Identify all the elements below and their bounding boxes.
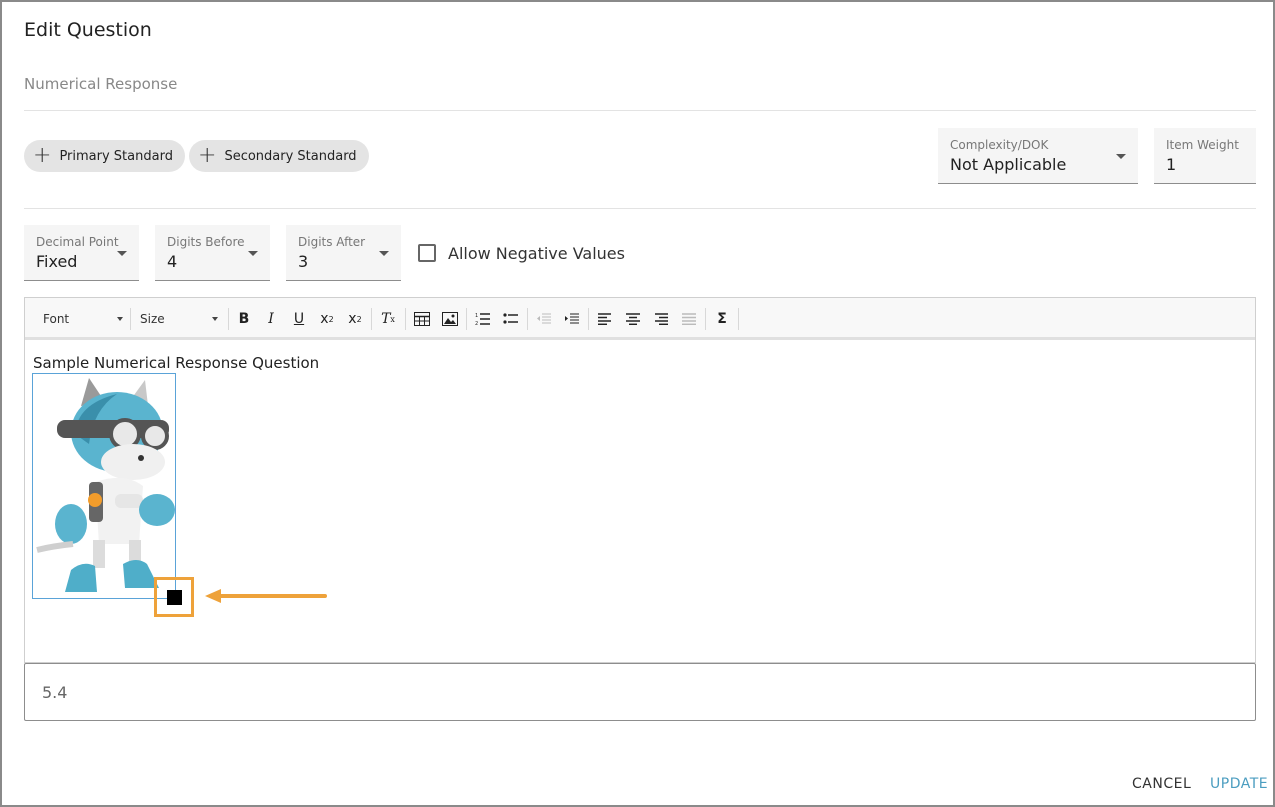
caret-down-icon bbox=[117, 251, 127, 256]
math-sigma-icon[interactable]: Σ bbox=[711, 307, 733, 331]
divider bbox=[24, 208, 1256, 209]
caret-down-icon bbox=[212, 317, 218, 321]
toolbar-separator bbox=[371, 308, 372, 330]
item-weight-input[interactable]: Item Weight 1 bbox=[1154, 128, 1256, 184]
plus-icon: + bbox=[33, 143, 52, 168]
divider bbox=[24, 110, 1256, 111]
highlight-box bbox=[154, 577, 194, 617]
toolbar-separator bbox=[588, 308, 589, 330]
cancel-button[interactable]: CANCEL bbox=[1132, 776, 1191, 792]
answer-input[interactable]: 5.4 bbox=[24, 663, 1256, 721]
item-weight-label: Item Weight bbox=[1166, 138, 1239, 152]
question-type-label: Numerical Response bbox=[24, 75, 178, 93]
add-secondary-standard-button[interactable]: + Secondary Standard bbox=[189, 140, 369, 172]
editor-toolbar: Font Size B I U x2 x2 Tx 1 2 Σ bbox=[25, 298, 1255, 340]
caret-down-icon bbox=[117, 317, 123, 321]
digits-before-value: 4 bbox=[167, 252, 178, 271]
add-primary-standard-button[interactable]: + Primary Standard bbox=[24, 140, 185, 172]
font-select[interactable]: Font bbox=[43, 308, 123, 330]
decimal-point-value: Fixed bbox=[36, 252, 78, 271]
svg-text:1: 1 bbox=[475, 313, 478, 319]
cat-mascot-icon bbox=[36, 378, 175, 592]
increase-indent-icon[interactable] bbox=[561, 307, 583, 331]
size-select[interactable]: Size bbox=[140, 308, 218, 330]
caret-down-icon bbox=[248, 251, 258, 256]
justify-icon[interactable] bbox=[678, 307, 700, 331]
superscript-icon[interactable]: x2 bbox=[344, 307, 366, 331]
font-select-label: Font bbox=[43, 312, 70, 326]
underline-icon[interactable]: U bbox=[288, 307, 310, 331]
toolbar-separator bbox=[405, 308, 406, 330]
bold-icon[interactable]: B bbox=[233, 307, 255, 331]
item-weight-value: 1 bbox=[1166, 155, 1177, 174]
annotation-arrow-icon bbox=[205, 589, 327, 603]
digits-after-label: Digits After bbox=[298, 235, 366, 249]
caret-down-icon bbox=[379, 251, 389, 256]
align-center-icon[interactable] bbox=[622, 307, 644, 331]
bulleted-list-icon[interactable] bbox=[500, 307, 522, 331]
dialog-title: Edit Question bbox=[24, 19, 152, 41]
decimal-point-select[interactable]: Decimal Point Fixed bbox=[24, 225, 139, 281]
svg-text:2: 2 bbox=[475, 321, 478, 326]
caret-down-icon bbox=[1116, 154, 1126, 159]
update-button[interactable]: UPDATE bbox=[1210, 776, 1268, 792]
toolbar-separator bbox=[130, 308, 131, 330]
toolbar-separator bbox=[466, 308, 467, 330]
digits-after-select[interactable]: Digits After 3 bbox=[286, 225, 401, 281]
toolbar-separator bbox=[705, 308, 706, 330]
decimal-point-label: Decimal Point bbox=[36, 235, 119, 249]
complexity-select[interactable]: Complexity/DOK Not Applicable bbox=[938, 128, 1138, 184]
allow-negative-checkbox[interactable] bbox=[418, 244, 436, 262]
question-text[interactable]: Sample Numerical Response Question bbox=[33, 354, 319, 372]
digits-before-select[interactable]: Digits Before 4 bbox=[155, 225, 270, 281]
toolbar-separator bbox=[228, 308, 229, 330]
mascot-image[interactable] bbox=[32, 373, 176, 599]
align-left-icon[interactable] bbox=[594, 307, 616, 331]
primary-standard-label: Primary Standard bbox=[59, 148, 173, 164]
edit-question-dialog: Edit Question Numerical Response + Prima… bbox=[0, 0, 1275, 807]
digits-before-label: Digits Before bbox=[167, 235, 245, 249]
allow-negative-label: Allow Negative Values bbox=[448, 244, 625, 263]
complexity-label: Complexity/DOK bbox=[950, 138, 1049, 152]
numbered-list-icon[interactable]: 12 bbox=[472, 307, 494, 331]
decrease-indent-icon[interactable] bbox=[533, 307, 555, 331]
italic-icon[interactable]: I bbox=[260, 307, 282, 331]
remove-format-icon[interactable]: Tx bbox=[377, 307, 399, 331]
answer-value: 5.4 bbox=[42, 683, 68, 702]
digits-after-value: 3 bbox=[298, 252, 309, 271]
table-icon[interactable] bbox=[411, 307, 433, 331]
subscript-icon[interactable]: x2 bbox=[316, 307, 338, 331]
secondary-standard-label: Secondary Standard bbox=[224, 148, 357, 164]
align-right-icon[interactable] bbox=[650, 307, 672, 331]
plus-icon: + bbox=[198, 143, 217, 168]
rich-text-editor[interactable]: Font Size B I U x2 x2 Tx 1 2 Σ Sample Nu… bbox=[24, 297, 1256, 663]
image-icon[interactable] bbox=[439, 307, 461, 331]
toolbar-separator bbox=[527, 308, 528, 330]
complexity-value: Not Applicable bbox=[950, 155, 1067, 174]
toolbar-separator bbox=[738, 308, 739, 330]
size-select-label: Size bbox=[140, 312, 165, 326]
